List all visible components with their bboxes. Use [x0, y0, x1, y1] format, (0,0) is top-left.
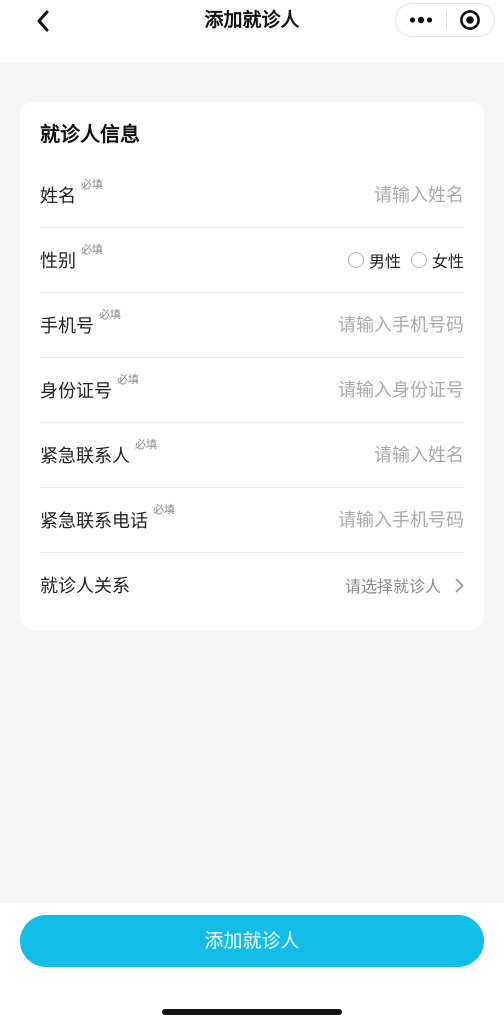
required-tag: 必填 [81, 178, 103, 191]
emergency-contact-row: 紧急联系人 必填 [40, 423, 464, 488]
id-number-row: 身份证号 必填 [40, 358, 464, 423]
id-number-label-group: 身份证号 必填 [40, 373, 139, 403]
section-title: 就诊人信息 [40, 122, 140, 146]
relation-label-group: 就诊人关系 [40, 572, 130, 598]
emergency-contact-label-group: 紧急联系人 必填 [40, 438, 157, 468]
id-number-label: 身份证号 [40, 381, 112, 402]
required-tag: 必填 [99, 308, 121, 321]
emergency-contact-label: 紧急联系人 [40, 446, 130, 467]
required-tag: 必填 [153, 503, 175, 516]
required-tag: 必填 [81, 243, 103, 256]
relation-select-placeholder: 请选择就诊人 [344, 577, 441, 596]
add-patient-button[interactable]: 添加就诊人 [20, 915, 484, 967]
mini-program-capsule [395, 3, 495, 37]
name-input[interactable] [224, 179, 464, 211]
phone-label: 手机号 [40, 316, 94, 337]
gender-row: 性别 必填 男性 女性 [40, 228, 464, 293]
required-tag: 必填 [135, 438, 157, 451]
more-button[interactable] [396, 4, 446, 36]
emergency-phone-label: 紧急联系电话 [40, 511, 148, 532]
nav-bar: 添加就诊人 [0, 0, 504, 62]
gender-option-male[interactable]: 男性 [347, 248, 401, 272]
emergency-phone-row: 紧急联系电话 必填 [40, 488, 464, 553]
radio-circle-icon [410, 252, 427, 268]
gender-option-female[interactable]: 女性 [410, 248, 464, 272]
gender-radio-group: 男性 女性 [338, 248, 464, 272]
phone-input[interactable] [224, 309, 464, 341]
relation-row: 就诊人关系 请选择就诊人 [40, 553, 464, 617]
gender-male-label: 男性 [368, 252, 401, 271]
chevron-right-icon [455, 578, 464, 593]
name-row: 姓名 必填 [40, 163, 464, 228]
home-indicator [162, 1009, 342, 1015]
bottom-action-bar: 添加就诊人 [0, 903, 504, 1024]
relation-select[interactable]: 请选择就诊人 [345, 573, 464, 597]
gender-female-label: 女性 [431, 252, 464, 271]
name-label: 姓名 [40, 186, 76, 207]
id-number-input[interactable] [224, 374, 464, 406]
target-circle-icon [460, 10, 481, 30]
close-miniprogram-button[interactable] [446, 4, 494, 36]
phone-label-group: 手机号 必填 [40, 308, 121, 338]
gender-label: 性别 [40, 251, 76, 272]
gender-label-group: 性别 必填 [40, 243, 103, 273]
page: 添加就诊人 就诊人信息 姓名 必填 请输入姓名 性别 必填 男性 女性 手机号 … [0, 0, 504, 1024]
relation-label: 就诊人关系 [40, 576, 130, 597]
patient-info-card: 就诊人信息 姓名 必填 性别 必填 男性 女性 [20, 102, 484, 630]
required-tag: 必填 [117, 373, 139, 386]
more-dots-icon [409, 16, 432, 24]
emergency-contact-input[interactable] [224, 439, 464, 471]
phone-row: 手机号 必填 [40, 293, 464, 358]
name-label-group: 姓名 必填 [40, 178, 103, 208]
emergency-phone-input[interactable] [224, 504, 464, 536]
radio-circle-icon [347, 252, 364, 268]
emergency-phone-label-group: 紧急联系电话 必填 [40, 503, 175, 533]
